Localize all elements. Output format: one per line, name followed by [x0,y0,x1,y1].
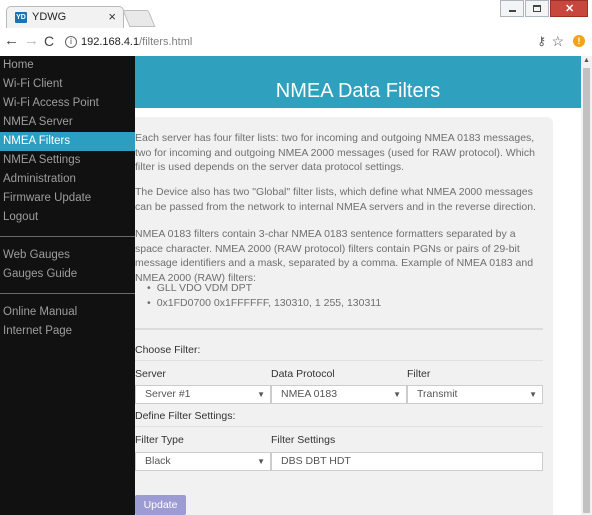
main-content: NMEA Data Filters Each server has four f… [135,56,581,515]
sidebar-item-online-manual[interactable]: Online Manual [0,303,135,322]
sidebar-item-wifi-client[interactable]: Wi-Fi Client [0,75,135,94]
page-header: NMEA Data Filters [135,56,581,108]
minimize-icon [509,10,516,12]
server-label: Server [135,368,166,380]
sidebar-group-links: Online Manual Internet Page [0,303,135,341]
url-path: /filters.html [139,36,193,48]
list-item: GLL VDO VDM DPT [147,281,381,296]
vertical-scrollbar[interactable]: ▲ [581,56,592,515]
data-protocol-select[interactable]: NMEA 0183 ▼ [271,385,407,404]
maximize-icon [533,5,541,12]
filter-type-select-value: Black [145,455,171,467]
back-arrow-icon[interactable]: ← [4,33,19,49]
sidebar-item-home[interactable]: Home [0,56,135,75]
server-select-value: Server #1 [145,388,191,400]
sidebar-item-wifi-access-point[interactable]: Wi-Fi Access Point [0,94,135,113]
filter-type-label: Filter Type [135,434,184,446]
filter-settings-input[interactable]: DBS DBT HDT [271,452,543,471]
choose-filter-label: Choose Filter: [135,344,201,356]
close-icon: ✕ [565,3,575,15]
sidebar-item-logout[interactable]: Logout [0,208,135,227]
forward-arrow-icon[interactable]: → [24,33,39,49]
sidebar-item-web-gauges[interactable]: Web Gauges [0,246,135,265]
url-host: 192.168.4.1 [81,36,140,48]
sidebar-divider [0,236,135,237]
page-title: NMEA Data Filters [275,80,441,102]
close-window-button[interactable]: ✕ [550,0,588,17]
sidebar: Home Wi-Fi Client Wi-Fi Access Point NME… [0,56,135,515]
intro-paragraph: Each server has four filter lists: two f… [135,132,535,174]
new-tab-button[interactable] [122,10,156,27]
section-divider [135,328,543,330]
tab-title: YDWG [32,11,67,23]
divider [135,360,543,361]
chevron-down-icon: ▼ [257,457,265,466]
scroll-up-arrow-icon[interactable]: ▲ [583,57,590,64]
ydwg-favicon-icon: YD [15,12,27,23]
browser-tabstrip: YD YDWG × ✕ [0,0,592,29]
key-icon[interactable]: ⚷ [537,34,546,48]
sidebar-group-gauges: Web Gauges Gauges Guide [0,246,135,284]
format-paragraph: NMEA 0183 filters contain 3-char NMEA 01… [135,228,534,285]
maximize-button[interactable] [525,0,549,17]
sidebar-item-gauges-guide[interactable]: Gauges Guide [0,265,135,284]
filter-label: Filter [407,368,431,380]
sidebar-divider [0,293,135,294]
window-controls: ✕ [499,0,588,18]
list-item: 0x1FD0700 0x1FFFFFF, 130310, 1 255, 1303… [147,296,382,311]
server-select[interactable]: Server #1 ▼ [135,385,271,404]
browser-toolbar: ← → C i 192.168.4.1/filters.html ⚷ ☆ ! [0,28,592,57]
extension-alert-icon[interactable]: ! [573,35,585,47]
filter-select[interactable]: Transmit ▼ [407,385,543,404]
sidebar-group-main: Home Wi-Fi Client Wi-Fi Access Point NME… [0,56,135,227]
sidebar-item-firmware-update[interactable]: Firmware Update [0,189,135,208]
browser-tab[interactable]: YD YDWG × [6,6,124,28]
filter-settings-label: Filter Settings [271,434,336,446]
filters-card: Each server has four filter lists: two f… [135,117,553,515]
divider [135,426,543,427]
info-icon[interactable]: i [65,36,77,48]
filter-select-value: Transmit [417,388,458,400]
chevron-down-icon: ▼ [393,390,401,399]
filter-type-select[interactable]: Black ▼ [135,452,271,471]
examples-list: GLL VDO VDM DPT 0x1FD0700 0x1FFFFFF, 130… [147,281,382,311]
sidebar-item-nmea-server[interactable]: NMEA Server [0,113,135,132]
close-tab-icon[interactable]: × [108,9,116,24]
filter-settings-input-value: DBS DBT HDT [281,455,351,467]
sidebar-item-internet-page[interactable]: Internet Page [0,322,135,341]
sidebar-item-nmea-filters[interactable]: NMEA Filters [0,132,135,151]
address-bar[interactable]: 192.168.4.1/filters.html [81,36,192,48]
sidebar-item-administration[interactable]: Administration [0,170,135,189]
scrollbar-thumb[interactable] [583,68,590,513]
data-protocol-label: Data Protocol [271,368,335,380]
chevron-down-icon: ▼ [529,390,537,399]
bookmark-star-icon[interactable]: ☆ [551,33,564,50]
update-button[interactable]: Update [135,495,186,515]
global-filters-paragraph: The Device also has two "Global" filter … [135,186,536,213]
reload-icon[interactable]: C [44,33,54,49]
data-protocol-select-value: NMEA 0183 [281,388,338,400]
minimize-button[interactable] [500,0,524,17]
define-filter-settings-label: Define Filter Settings: [135,410,236,422]
sidebar-item-nmea-settings[interactable]: NMEA Settings [0,151,135,170]
chevron-down-icon: ▼ [257,390,265,399]
